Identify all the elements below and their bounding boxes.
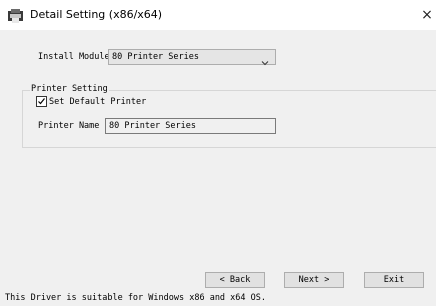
title-bar: Detail Setting (x86/x64) ×	[0, 0, 436, 30]
printer-name-label: Printer Name	[38, 121, 100, 131]
install-module-select[interactable]: 80 Printer Series	[108, 49, 276, 66]
exit-button[interactable]: Exit	[364, 272, 424, 288]
printer-name-value: 80 Printer Series	[109, 121, 196, 131]
next-button[interactable]: Next >	[284, 272, 344, 288]
chevron-down-icon	[261, 52, 269, 66]
set-default-printer-checkbox[interactable]	[36, 96, 47, 107]
close-icon[interactable]: ×	[418, 5, 436, 25]
printer-name-field[interactable]: 80 Printer Series	[105, 118, 276, 134]
back-button[interactable]: < Back	[205, 272, 265, 288]
install-module-value: 80 Printer Series	[112, 52, 199, 62]
install-module-label: Install Module	[38, 52, 110, 62]
printer-app-icon	[8, 8, 23, 23]
printer-setting-group-title: Printer Setting	[30, 84, 109, 94]
window-title: Detail Setting (x86/x64)	[30, 8, 163, 21]
status-text: This Driver is suitable for Windows x86 …	[5, 293, 266, 303]
set-default-printer-label[interactable]: Set Default Printer	[49, 97, 146, 107]
dialog-body	[0, 30, 436, 306]
